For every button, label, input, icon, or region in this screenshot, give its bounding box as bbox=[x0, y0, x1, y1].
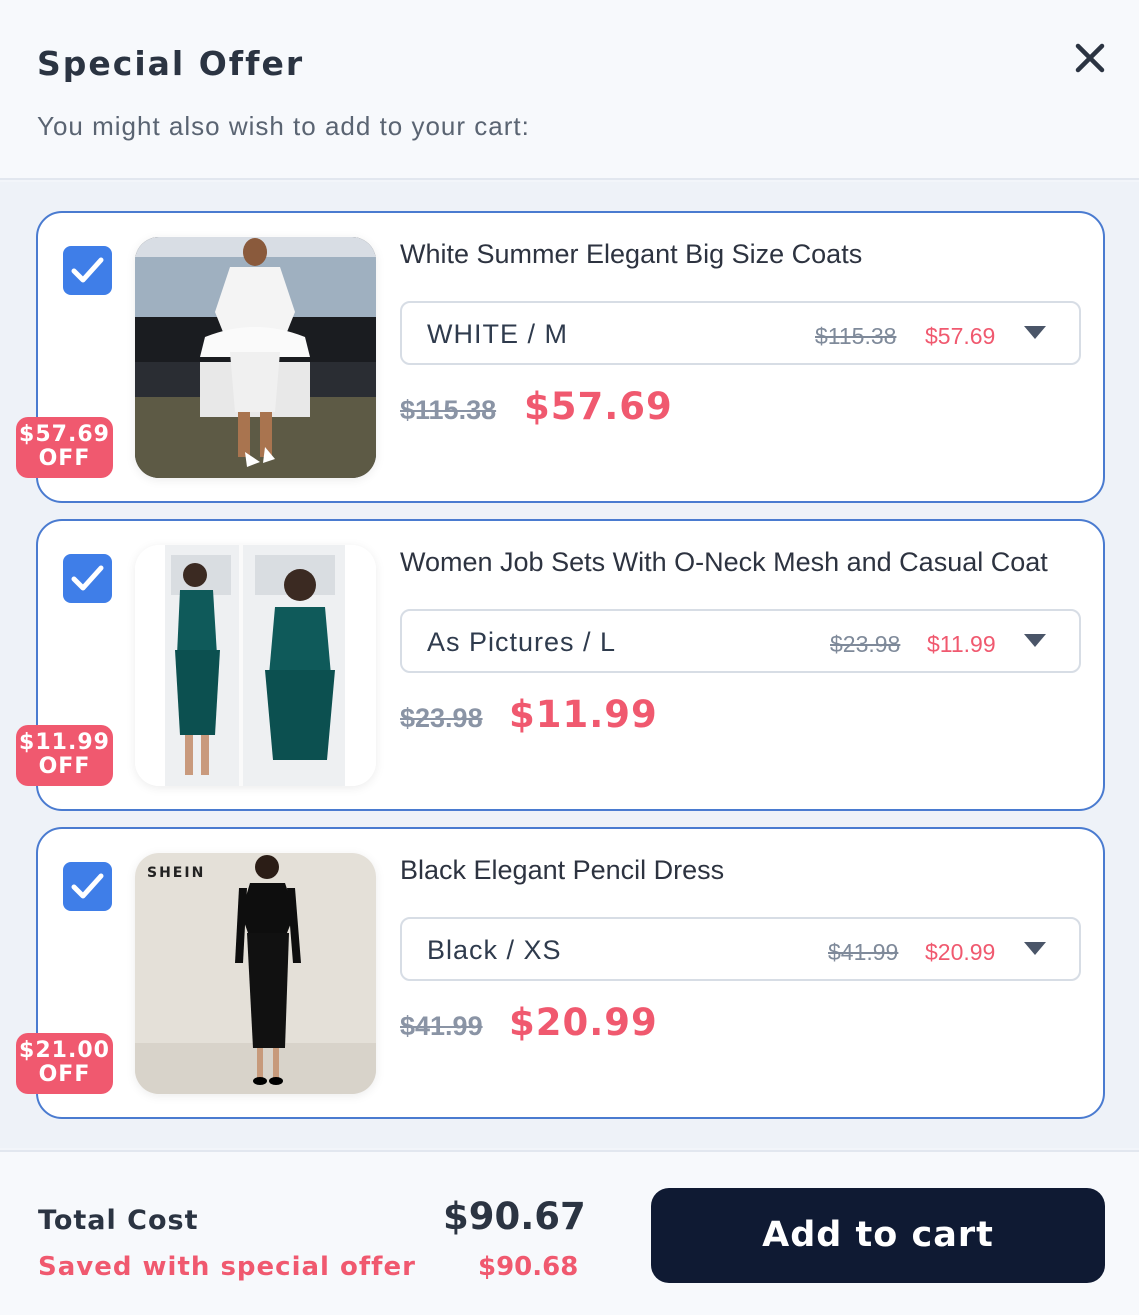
modal-header: Special Offer You might also wish to add… bbox=[0, 0, 1139, 180]
variant-select[interactable]: As Pictures / L $23.98 $11.99 bbox=[400, 609, 1081, 673]
badge-amount: $11.99 bbox=[19, 730, 110, 755]
chevron-down-icon bbox=[1024, 326, 1046, 339]
product-image: SHEIN bbox=[135, 853, 376, 1094]
saved-value: $90.68 bbox=[478, 1252, 579, 1282]
badge-text: OFF bbox=[38, 754, 91, 779]
badge-amount: $21.00 bbox=[19, 1038, 110, 1063]
variant-old-price: $41.99 bbox=[828, 939, 899, 965]
variant-new-price: $57.69 bbox=[925, 323, 996, 349]
badge-text: OFF bbox=[38, 446, 91, 471]
product-name: Women Job Sets With O-Neck Mesh and Casu… bbox=[400, 547, 1048, 577]
variant-new-price: $11.99 bbox=[927, 631, 996, 657]
badge-amount: $57.69 bbox=[19, 422, 110, 447]
old-price: $41.99 bbox=[400, 1011, 483, 1041]
offer-card: $11.99 OFF Women Job Sets With O-Neck Me… bbox=[16, 519, 1105, 811]
modal-footer: Total Cost $90.67 Saved with special off… bbox=[0, 1150, 1139, 1315]
saved-label: Saved with special offer bbox=[38, 1252, 416, 1282]
product-checkbox[interactable] bbox=[63, 554, 112, 603]
close-icon bbox=[1075, 43, 1105, 73]
chevron-down-icon bbox=[1024, 634, 1046, 647]
chevron-down-icon bbox=[1024, 942, 1046, 955]
old-price: $115.38 bbox=[400, 395, 497, 425]
offer-list: $57.69 OFF White Summer Elegant Big Size… bbox=[0, 182, 1139, 1148]
brand-text: SHEIN bbox=[147, 865, 205, 881]
offer-card: $57.69 OFF White Summer Elegant Big Size… bbox=[16, 211, 1105, 503]
checkmark-icon bbox=[71, 257, 104, 283]
variant-old-price: $23.98 bbox=[830, 631, 901, 657]
discount-badge: $57.69 OFF bbox=[16, 417, 113, 478]
checkmark-icon bbox=[71, 565, 104, 591]
modal-title: Special Offer bbox=[37, 44, 305, 83]
variant-label: Black / XS bbox=[427, 935, 562, 965]
new-price: $11.99 bbox=[509, 693, 658, 736]
variant-label: WHITE / M bbox=[427, 319, 568, 349]
total-cost-value: $90.67 bbox=[443, 1195, 586, 1238]
add-to-cart-button[interactable]: Add to cart bbox=[651, 1188, 1105, 1283]
variant-select[interactable]: WHITE / M $115.38 $57.69 bbox=[400, 301, 1081, 365]
modal-subtitle: You might also wish to add to your cart: bbox=[37, 111, 530, 141]
variant-new-price: $20.99 bbox=[925, 939, 996, 965]
total-cost-label: Total Cost bbox=[38, 1205, 199, 1236]
old-price: $23.98 bbox=[400, 703, 483, 733]
product-image bbox=[135, 545, 376, 786]
variant-label: As Pictures / L bbox=[427, 627, 617, 657]
new-price: $20.99 bbox=[509, 1001, 658, 1044]
product-checkbox[interactable] bbox=[63, 246, 112, 295]
new-price: $57.69 bbox=[524, 385, 673, 428]
product-checkbox[interactable] bbox=[63, 862, 112, 911]
close-button[interactable] bbox=[1070, 38, 1110, 78]
variant-old-price: $115.38 bbox=[815, 323, 897, 349]
checkmark-icon bbox=[71, 873, 104, 899]
discount-badge: $21.00 OFF bbox=[16, 1033, 113, 1094]
product-image bbox=[135, 237, 376, 478]
variant-select[interactable]: Black / XS $41.99 $20.99 bbox=[400, 917, 1081, 981]
badge-text: OFF bbox=[38, 1062, 91, 1087]
discount-badge: $11.99 OFF bbox=[16, 725, 113, 786]
offer-card: SHEIN $21.00 OFF Black Elegant Pencil Dr… bbox=[16, 827, 1105, 1119]
product-name: White Summer Elegant Big Size Coats bbox=[400, 239, 863, 269]
product-name: Black Elegant Pencil Dress bbox=[400, 855, 725, 885]
